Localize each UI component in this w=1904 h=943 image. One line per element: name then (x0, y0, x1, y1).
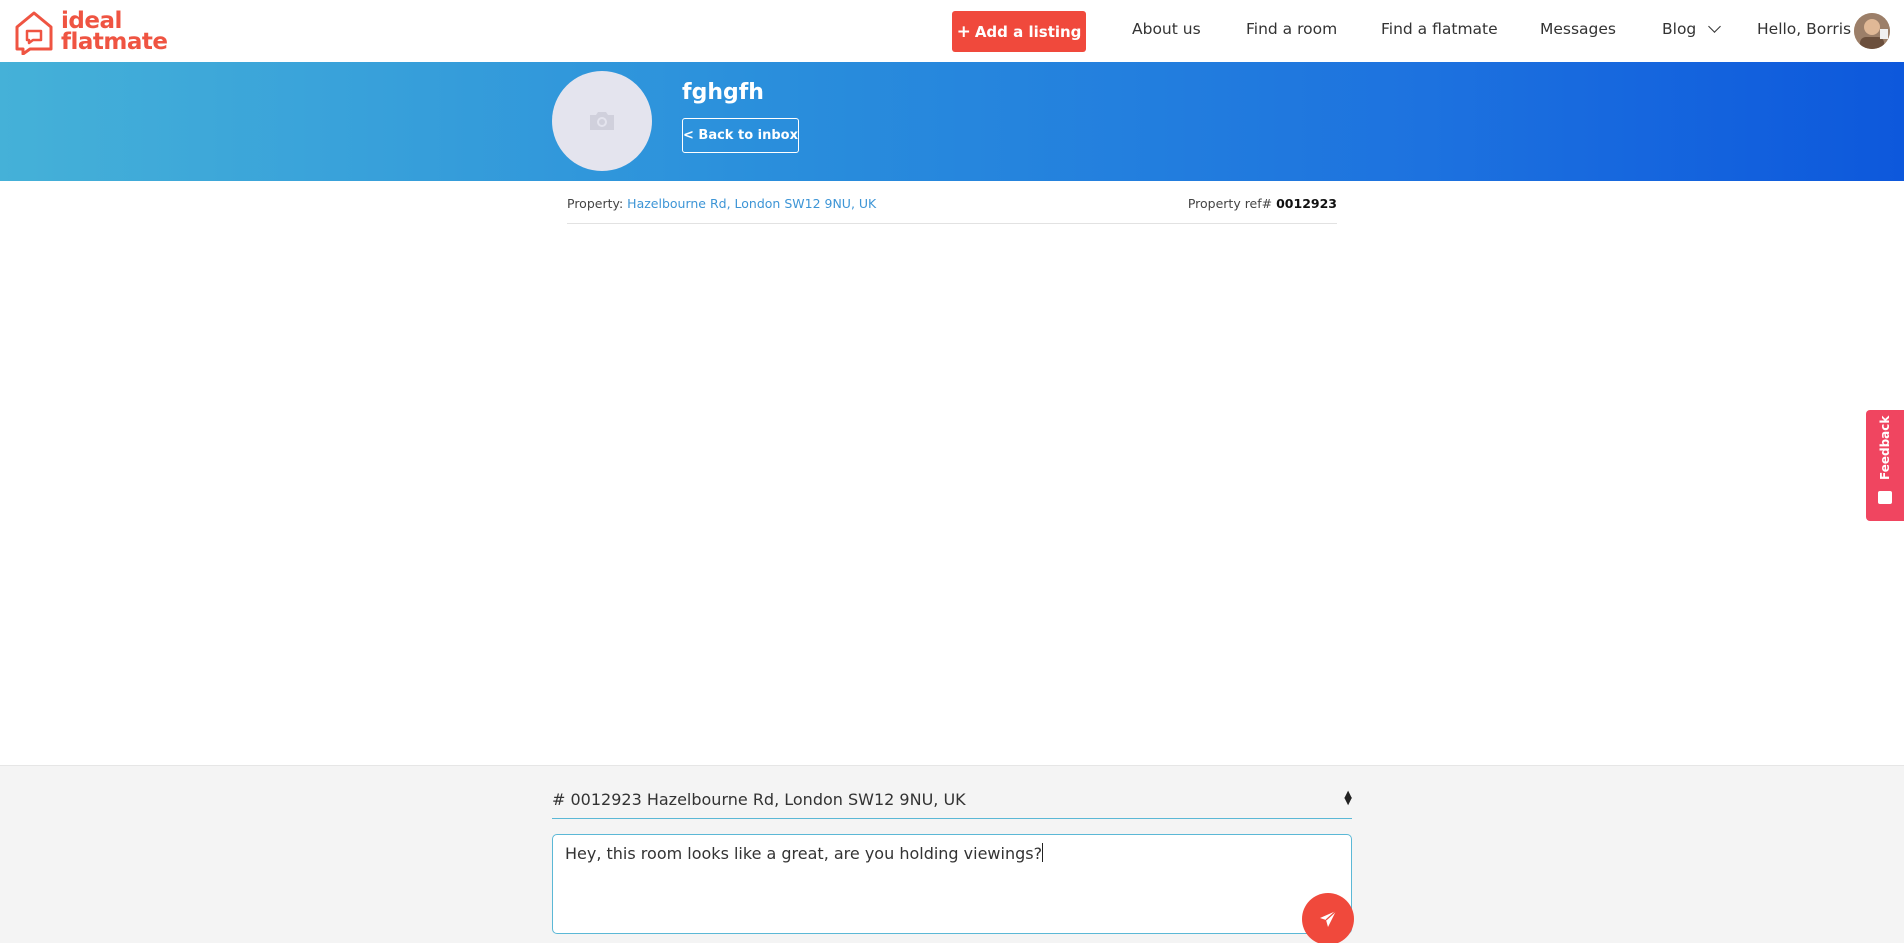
add-listing-label: Add a listing (974, 22, 1082, 41)
brand-name: ideal flatmate (61, 10, 168, 55)
user-menu-dropdown[interactable]: Hello, Borris (1757, 20, 1865, 38)
property-label-group: Property: Hazelbourne Rd, London SW12 9N… (567, 196, 876, 211)
property-ref-label: Property ref# (1187, 196, 1277, 211)
feedback-label: Feedback (1878, 415, 1892, 480)
camera-icon (590, 112, 614, 130)
house-chat-logo-icon (15, 11, 53, 55)
property-select-value: # 0012923 Hazelbourne Rd, London SW12 9N… (552, 790, 966, 809)
top-navbar: ideal flatmate + Add a listing About us … (0, 0, 1904, 62)
property-address-link[interactable]: Hazelbourne Rd, London SW12 9NU, UK (627, 196, 876, 211)
back-to-inbox-button[interactable]: < Back to inbox (682, 118, 799, 153)
send-message-button[interactable] (1302, 893, 1354, 943)
property-ref-value: 0012923 (1276, 196, 1337, 211)
user-avatar[interactable] (1854, 13, 1890, 49)
property-select[interactable]: # 0012923 Hazelbourne Rd, London SW12 9N… (552, 782, 1352, 819)
property-ref-group: Property ref# 0012923 (1188, 196, 1337, 211)
message-composer: # 0012923 Hazelbourne Rd, London SW12 9N… (0, 765, 1904, 943)
paper-plane-icon (1320, 910, 1337, 927)
brand-logo[interactable]: ideal flatmate (13, 8, 168, 56)
chevron-down-icon (1708, 20, 1722, 33)
user-greeting: Hello, Borris (1757, 20, 1852, 38)
property-info-bar: Property: Hazelbourne Rd, London SW12 9N… (567, 192, 1337, 224)
message-input-text: Hey, this room looks like a great, are y… (565, 844, 1043, 863)
nav-find-a-flatmate[interactable]: Find a flatmate (1381, 20, 1498, 38)
contact-photo-placeholder (552, 71, 652, 171)
add-listing-button[interactable]: + Add a listing (952, 11, 1086, 52)
nav-blog-dropdown[interactable]: Blog (1662, 20, 1722, 38)
message-input[interactable]: Hey, this room looks like a great, are y… (552, 834, 1352, 934)
plus-icon: + (956, 21, 971, 42)
select-arrows-icon: ▲ ▼ (1344, 789, 1352, 807)
feedback-tab[interactable]: Feedback (1866, 410, 1904, 521)
contact-name: fghgfh (682, 80, 764, 105)
nav-blog-label: Blog (1662, 20, 1697, 38)
nav-messages[interactable]: Messages (1540, 20, 1616, 38)
text-caret (1042, 843, 1044, 862)
property-label: Property: (567, 196, 628, 211)
feedback-chat-icon (1878, 491, 1892, 504)
brand-line-2: flatmate (61, 29, 168, 55)
nav-find-a-room[interactable]: Find a room (1246, 20, 1337, 38)
user-photo-icon (1854, 13, 1890, 49)
nav-about-us[interactable]: About us (1132, 20, 1201, 38)
conversation-header: fghgfh < Back to inbox (0, 62, 1904, 181)
